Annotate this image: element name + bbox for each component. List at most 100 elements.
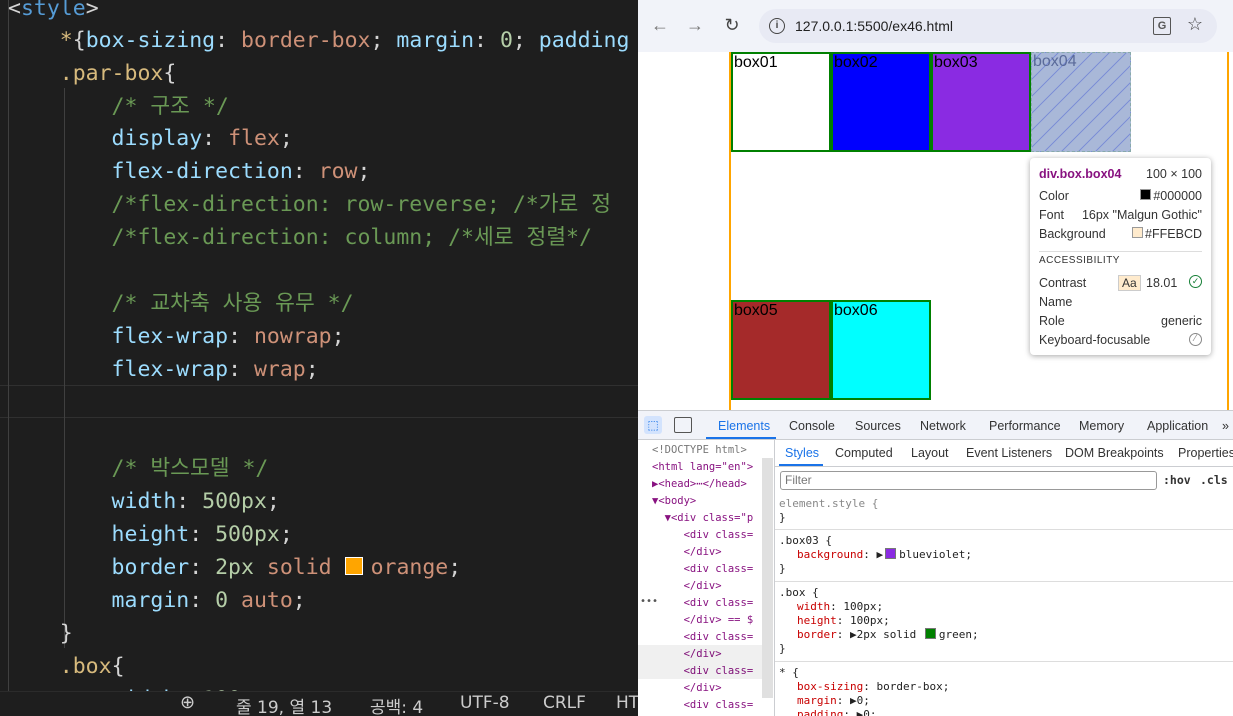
- arrow-right-icon[interactable]: →: [685, 14, 705, 36]
- dom-scrollbar[interactable]: [762, 458, 773, 698]
- dom-ellipsis-icon[interactable]: •••: [640, 596, 658, 607]
- code-line[interactable]: height: 500px;: [8, 518, 293, 551]
- property-value[interactable]: 0;: [857, 694, 870, 707]
- property-value[interactable]: 100px;: [843, 600, 883, 613]
- dom-node[interactable]: ▼<div class="p: [652, 510, 754, 527]
- code-line[interactable]: .box{: [8, 650, 125, 683]
- code-line[interactable]: /*flex-direction: column; /*세로 정렬*/: [8, 221, 592, 254]
- code-line[interactable]: display: flex;: [8, 122, 293, 155]
- box-06[interactable]: box06: [831, 300, 931, 400]
- box-03[interactable]: box03: [931, 52, 1031, 152]
- property-name[interactable]: padding: [797, 708, 843, 716]
- box-05[interactable]: box05: [731, 300, 831, 400]
- notification-icon[interactable]: ⊕: [180, 692, 195, 713]
- code-line[interactable]: .par-box{: [8, 57, 177, 90]
- tooltip-divider: [1039, 251, 1202, 252]
- address-bar[interactable]: i 127.0.0.1:5500/ex46.html G ☆: [759, 9, 1217, 43]
- tab-performance[interactable]: Performance: [989, 419, 1061, 433]
- cls-toggle[interactable]: .cls: [1200, 473, 1228, 487]
- code-line[interactable]: <style>: [8, 0, 99, 25]
- reload-icon[interactable]: ↻: [722, 14, 742, 36]
- tab-memory[interactable]: Memory: [1079, 419, 1124, 433]
- property-name[interactable]: height: [797, 614, 837, 627]
- tab-elements[interactable]: Elements: [718, 419, 770, 433]
- color-swatch[interactable]: [344, 557, 363, 575]
- tab-dom-breakpoints[interactable]: DOM Breakpoints: [1065, 446, 1164, 460]
- cursor-position[interactable]: 줄 19, 열 13: [236, 693, 332, 716]
- translate-icon[interactable]: G: [1153, 17, 1171, 35]
- rule-element-style[interactable]: element.style { }: [775, 494, 1233, 530]
- page-viewport[interactable]: box01 box02 box03 box04 box05 box06 div.…: [638, 52, 1233, 410]
- indent-spaces[interactable]: 공백: 4: [370, 693, 423, 716]
- url-text[interactable]: 127.0.0.1:5500/ex46.html: [795, 18, 953, 34]
- code-line[interactable]: flex-direction: row;: [8, 155, 371, 188]
- dom-node[interactable]: </div>: [652, 544, 722, 561]
- dom-node[interactable]: </div>: [652, 578, 722, 595]
- dom-node[interactable]: <div class=: [652, 697, 754, 714]
- tab-sources[interactable]: Sources: [855, 419, 901, 433]
- code-line[interactable]: flex-wrap: wrap;: [8, 353, 319, 386]
- code-line[interactable]: /* 구조 */: [8, 90, 229, 123]
- box-01[interactable]: box01: [731, 52, 831, 152]
- rule-box[interactable]: .box { width: 100px; height: 100px; bord…: [775, 582, 1233, 662]
- code-line[interactable]: border: 2px solid orange;: [8, 551, 462, 584]
- code-line[interactable]: flex-wrap: nowrap;: [8, 320, 345, 353]
- property-value[interactable]: 2px solid: [857, 628, 923, 641]
- tab-event-listeners[interactable]: Event Listeners: [966, 446, 1052, 460]
- dom-node[interactable]: <div class=: [652, 629, 754, 646]
- property-value[interactable]: 100px;: [850, 614, 890, 627]
- hov-toggle[interactable]: :hov: [1163, 473, 1191, 487]
- property-name[interactable]: background: [797, 548, 863, 561]
- dom-tree[interactable]: <!DOCTYPE html> <html lang="en"> ▶<head>⋯<…: [638, 440, 775, 716]
- tab-styles[interactable]: Styles: [785, 446, 819, 460]
- property-name[interactable]: border: [797, 628, 837, 641]
- star-icon[interactable]: ☆: [1187, 14, 1203, 35]
- code-line[interactable]: *{box-sizing: border-box; margin: 0; pad…: [8, 24, 630, 57]
- color-swatch[interactable]: [924, 628, 936, 639]
- rule-universal[interactable]: * { box-sizing: border-box; margin: ▶0; …: [775, 662, 1233, 716]
- code-line[interactable]: width: 500px;: [8, 485, 280, 518]
- dom-node[interactable]: <div class=: [652, 527, 754, 544]
- box-02[interactable]: box02: [831, 52, 931, 152]
- dom-node[interactable]: <!DOCTYPE html>: [652, 442, 747, 459]
- property-value[interactable]: 0;: [863, 708, 876, 716]
- code-line[interactable]: }: [8, 617, 73, 650]
- dom-node[interactable]: ▼<body>: [652, 493, 696, 510]
- device-toolbar-icon[interactable]: [674, 417, 692, 433]
- dom-node[interactable]: ▶<head>⋯</head>: [652, 476, 747, 493]
- arrow-left-icon[interactable]: ←: [650, 14, 670, 36]
- property-value[interactable]: border-box;: [876, 680, 949, 693]
- property-name[interactable]: width: [797, 600, 830, 613]
- property-value[interactable]: blueviolet;: [899, 548, 972, 561]
- dom-node[interactable]: </div>: [652, 680, 722, 697]
- dom-node[interactable]: </div> == $: [652, 612, 754, 629]
- tab-computed[interactable]: Computed: [835, 446, 893, 460]
- dom-node[interactable]: <div class=: [652, 595, 754, 612]
- code-line[interactable]: /* 교차축 사용 유무 */: [8, 287, 354, 320]
- rule-box03[interactable]: .box03 { background: ▶ blueviolet; }: [775, 530, 1233, 582]
- tab-properties[interactable]: Properties: [1178, 446, 1233, 460]
- inspect-element-icon[interactable]: ⬚: [644, 416, 662, 434]
- property-name[interactable]: margin: [797, 694, 837, 707]
- color-swatch[interactable]: [885, 548, 897, 559]
- dom-node[interactable]: <div class=: [652, 561, 754, 578]
- code-line[interactable]: margin: 0 auto;: [8, 584, 306, 617]
- encoding[interactable]: UTF-8: [460, 693, 510, 713]
- property-name[interactable]: box-sizing: [797, 680, 863, 693]
- info-icon[interactable]: i: [769, 18, 785, 34]
- styles-filter-input[interactable]: Filter: [780, 471, 1157, 490]
- tab-application[interactable]: Application: [1147, 419, 1208, 433]
- more-tabs-icon[interactable]: »: [1222, 419, 1229, 433]
- property-value[interactable]: green;: [939, 628, 979, 641]
- tab-layout[interactable]: Layout: [911, 446, 949, 460]
- line-ending[interactable]: CRLF: [543, 693, 586, 713]
- code-line[interactable]: /*flex-direction: row-reverse; /*가로 정: [8, 188, 611, 221]
- code-editor[interactable]: <style> *{box-sizing: border-box; margin…: [0, 0, 638, 716]
- language-mode[interactable]: HT: [616, 693, 638, 713]
- code-line[interactable]: /* 박스모델 */: [8, 452, 269, 485]
- dom-node[interactable]: <html lang="en">: [652, 459, 753, 476]
- tab-console[interactable]: Console: [789, 419, 835, 433]
- code-token: width: [8, 489, 177, 514]
- box-04-highlighted[interactable]: box04: [1031, 52, 1131, 152]
- tab-network[interactable]: Network: [920, 419, 966, 433]
